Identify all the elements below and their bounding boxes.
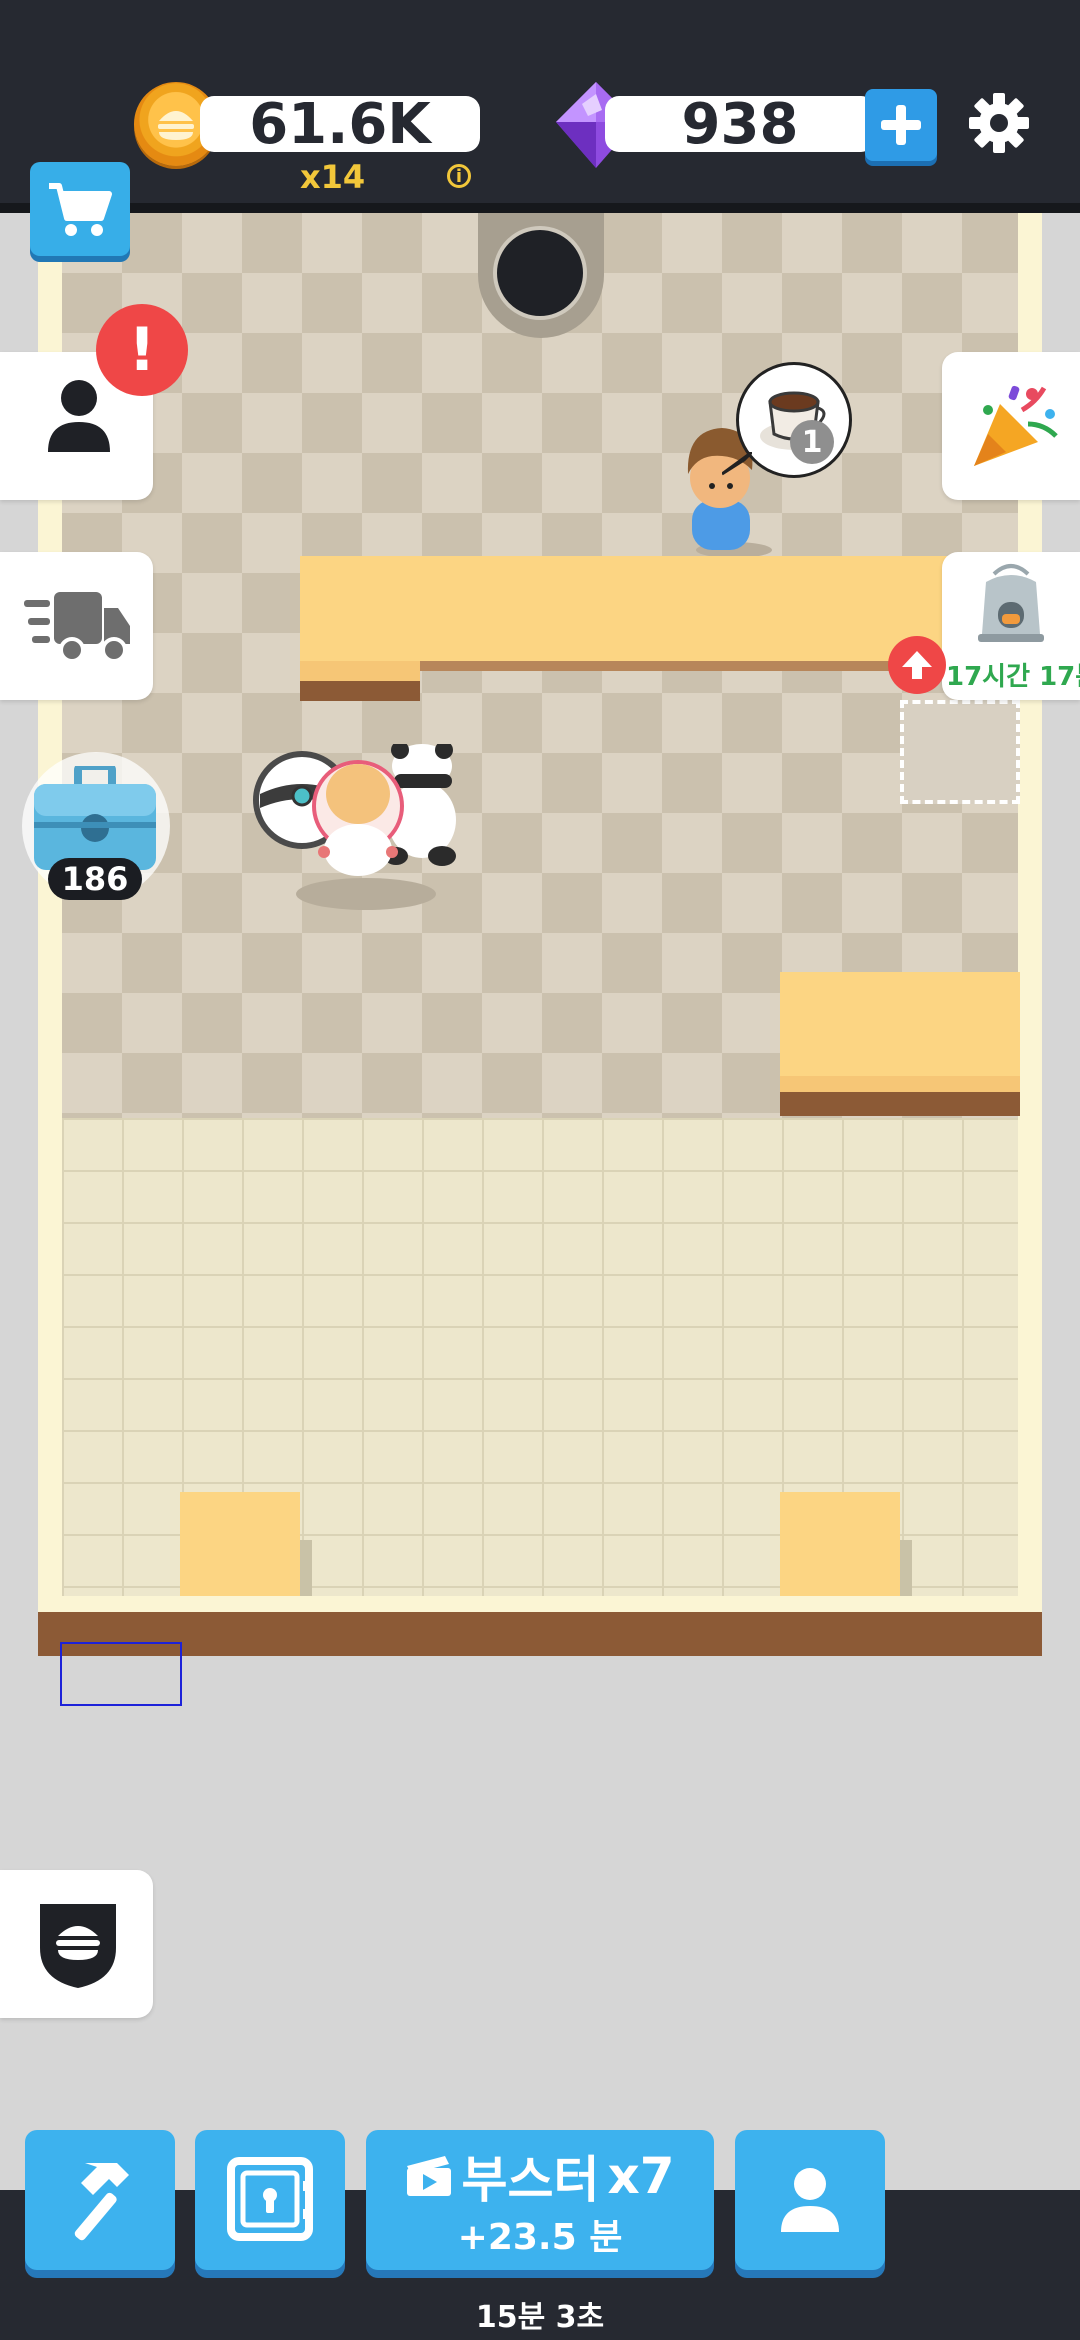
gem-balance: 938	[605, 92, 875, 157]
coin-balance: 61.6K	[200, 92, 480, 157]
plus-icon	[881, 105, 921, 145]
video-ad-icon	[407, 2156, 452, 2196]
hammer-icon	[74, 2163, 129, 2241]
shop-cart-button[interactable]	[30, 162, 130, 256]
top-bar-divider	[0, 203, 1080, 213]
arrow-up-icon	[902, 651, 932, 679]
entrance-hole	[493, 226, 587, 320]
prep-table-lip	[780, 1076, 1020, 1092]
delivery-truck-icon	[24, 592, 130, 663]
person-icon	[781, 2168, 839, 2232]
event-button[interactable]	[942, 352, 1080, 500]
upgrade-timer: 17시간 17분	[946, 662, 1080, 692]
prep-table-front	[780, 1092, 1020, 1116]
booster-multiplier: x7	[607, 2147, 675, 2205]
info-icon[interactable]: i	[447, 164, 471, 188]
table-left-shadow	[300, 1540, 312, 1596]
bottom-wall-top	[38, 1596, 1042, 1612]
vault-button[interactable]	[195, 2130, 345, 2270]
table-right-shadow	[900, 1540, 912, 1596]
table-left	[180, 1492, 300, 1596]
bottom-timer: 15분 3초	[475, 2300, 605, 2335]
booster-time: +23.5 분	[457, 2217, 623, 2258]
settings-gear-icon[interactable]	[966, 90, 1032, 156]
party-popper-icon	[974, 385, 1058, 466]
profile-button[interactable]	[735, 2130, 885, 2270]
service-counter-side	[300, 681, 420, 701]
booster-button[interactable]: 부스터 x7 +23.5 분	[366, 2130, 714, 2270]
build-hammer-button[interactable]	[25, 2130, 175, 2270]
booster-label: 부스터	[461, 2151, 600, 2209]
booster-label-row: 부스터 x7	[405, 2140, 675, 2212]
shopping-cart-icon	[49, 183, 112, 236]
service-counter-lip	[300, 661, 420, 681]
service-counter-edge	[420, 661, 950, 671]
burger-menu-button[interactable]	[0, 1870, 153, 2018]
prep-table	[780, 972, 1020, 1076]
add-gems-button[interactable]	[865, 89, 937, 161]
player-character[interactable]	[246, 744, 476, 914]
stove-icon	[978, 564, 1044, 642]
safe-icon	[227, 2157, 313, 2241]
order-count-badge: 1	[790, 420, 834, 464]
person-icon	[48, 380, 110, 452]
burger-shield-icon	[40, 1904, 116, 1988]
selection-rectangle	[60, 1642, 182, 1706]
bottom-wall	[38, 1612, 1042, 1656]
alert-badge: !	[96, 304, 188, 396]
service-counter	[300, 556, 950, 661]
coin-multiplier: x14	[300, 158, 366, 196]
burger-icon	[158, 111, 194, 140]
upgrade-arrow-badge	[888, 636, 946, 694]
delivery-button[interactable]	[0, 552, 153, 700]
table-right	[780, 1492, 900, 1596]
chest-count-badge: 186	[48, 858, 142, 900]
bubble-tail	[722, 452, 752, 476]
empty-build-slot[interactable]	[900, 700, 1020, 804]
